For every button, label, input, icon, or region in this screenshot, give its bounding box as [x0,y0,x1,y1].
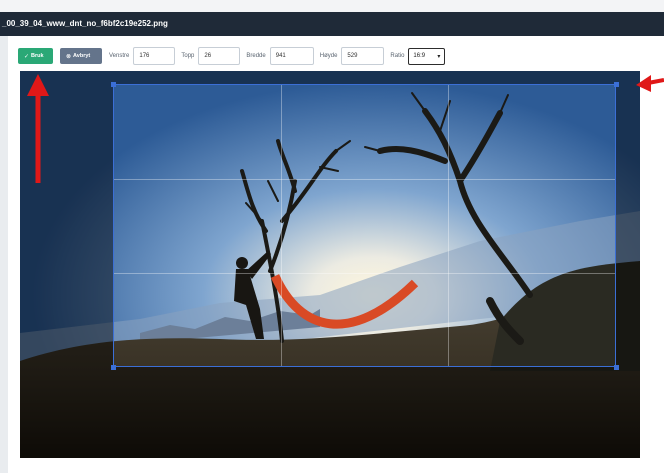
red-arrow-left-icon [636,75,664,92]
annotations [27,74,664,183]
red-arrow-up-icon [27,74,49,183]
